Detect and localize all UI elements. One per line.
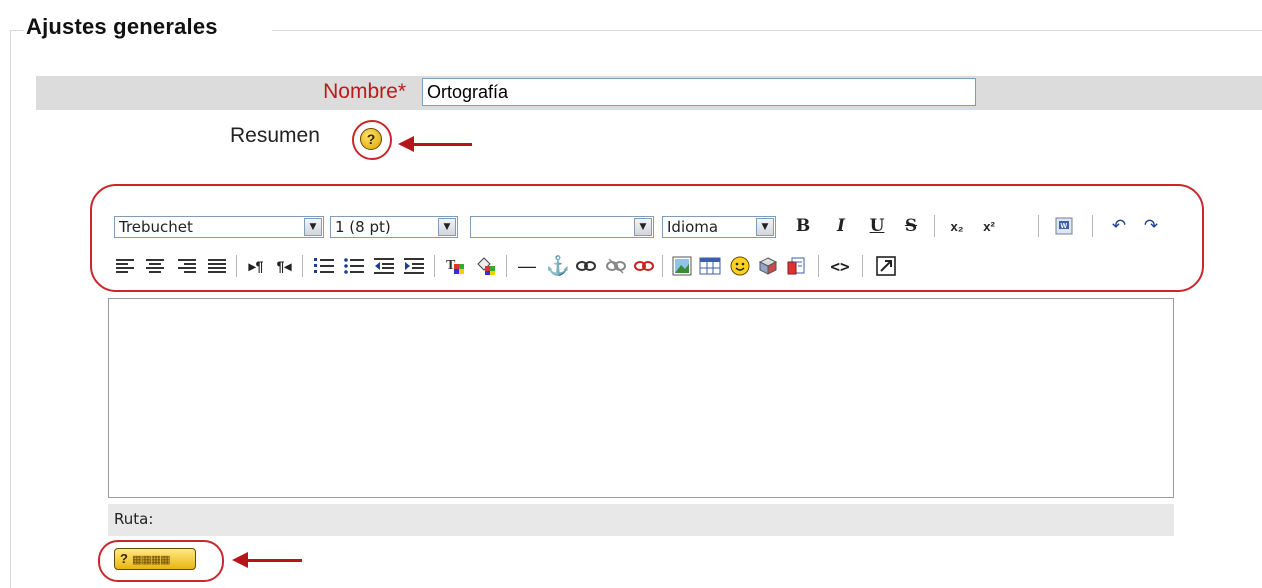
smiley-icon (730, 256, 750, 276)
unlink-icon (606, 258, 626, 274)
background-color-button[interactable] (474, 254, 498, 278)
editor-help-button[interactable]: ? ▦▦▦▦ (114, 548, 196, 570)
align-center-icon (146, 259, 164, 273)
align-center-button[interactable] (144, 254, 166, 278)
ltr-button[interactable]: ▸¶ (244, 254, 268, 278)
horizontal-rule-button[interactable]: — (514, 254, 540, 278)
outdent-button[interactable] (372, 254, 396, 278)
language-value: Idioma (667, 218, 719, 236)
toolbar-separator (818, 255, 819, 277)
paste-word-button[interactable]: W (1052, 214, 1076, 238)
insert-table-button[interactable] (698, 254, 722, 278)
fullscreen-button[interactable] (874, 254, 898, 278)
rtl-icon: ¶◂ (276, 257, 292, 274)
font-family-select[interactable]: Trebuchet ▼ (114, 216, 324, 238)
insert-link-button[interactable] (574, 254, 598, 278)
outdent-icon (374, 258, 394, 274)
format-select[interactable]: ▼ (470, 216, 654, 238)
toolbar-separator (506, 255, 507, 277)
svg-text:W: W (1061, 223, 1068, 230)
table-icon (699, 257, 721, 275)
chevron-down-icon[interactable]: ▼ (756, 218, 774, 236)
toolbar-separator (302, 255, 303, 277)
required-mark: * (397, 80, 406, 103)
paint-bucket-icon (477, 257, 495, 275)
unlink-button[interactable] (604, 254, 628, 278)
toolbar-separator (1092, 215, 1093, 237)
indent-icon (404, 258, 424, 274)
search-replace-button[interactable] (784, 254, 808, 278)
chevron-down-icon[interactable]: ▼ (438, 218, 456, 236)
link-icon (576, 261, 596, 271)
align-justify-button[interactable] (206, 254, 228, 278)
toolbar-separator (934, 215, 935, 237)
name-label-text: Nombre (323, 80, 398, 103)
unordered-list-icon (344, 258, 364, 274)
arrow-pointer-button-shaft (246, 559, 302, 562)
keyboard-icon: ▦▦▦▦ (131, 554, 171, 566)
indent-button[interactable] (402, 254, 426, 278)
arrow-pointer-help-shaft (412, 143, 472, 146)
align-right-icon (178, 259, 196, 273)
subscript-button[interactable]: x₂ (944, 214, 970, 238)
insert-chars-button[interactable] (756, 254, 780, 278)
toolbar-separator (662, 255, 663, 277)
align-left-button[interactable] (114, 254, 136, 278)
nolink-button[interactable] (632, 254, 656, 278)
unordered-list-button[interactable] (342, 254, 366, 278)
align-right-button[interactable] (176, 254, 198, 278)
path-bar (108, 504, 1174, 536)
anchor-button[interactable]: ⚓ (546, 254, 570, 278)
rtl-button[interactable]: ¶◂ (272, 254, 296, 278)
html-source-button[interactable]: <> (826, 254, 854, 278)
image-icon (672, 256, 692, 276)
summary-label: Resumen (230, 124, 320, 147)
toolbar-separator (862, 255, 863, 277)
underline-button[interactable]: U (866, 214, 888, 238)
ordered-list-button[interactable] (312, 254, 336, 278)
insert-image-button[interactable] (670, 254, 694, 278)
find-replace-icon (787, 257, 805, 275)
superscript-button[interactable]: x² (976, 214, 1002, 238)
text-color-button[interactable]: T (444, 254, 468, 278)
word-paste-icon: W (1055, 217, 1073, 235)
bold-button[interactable]: B (792, 214, 814, 238)
fullscreen-icon (876, 256, 896, 276)
cube-icon (758, 257, 778, 275)
fieldset-border-left-top (10, 30, 24, 31)
chevron-down-icon[interactable]: ▼ (304, 218, 322, 236)
section-legend: Ajustes generales (26, 14, 218, 39)
ltr-icon: ▸¶ (248, 257, 264, 274)
fieldset-border-top (272, 30, 1262, 31)
name-label: Nombre* (200, 80, 406, 104)
fieldset-border-left (10, 30, 11, 588)
redo-button[interactable]: ↷ (1140, 214, 1162, 238)
path-label: Ruta: (114, 510, 154, 528)
toolbar-separator (236, 255, 237, 277)
strikethrough-button[interactable]: S (900, 214, 922, 238)
font-size-select[interactable]: 1 (8 pt) ▼ (330, 216, 458, 238)
help-icon[interactable]: ? (360, 128, 382, 150)
nolink-icon (634, 261, 654, 271)
toolbar-separator (1038, 215, 1039, 237)
align-left-icon (116, 259, 134, 273)
chevron-down-icon[interactable]: ▼ (634, 218, 652, 236)
align-justify-icon (208, 259, 226, 273)
text-color-icon: T (446, 258, 464, 274)
font-family-value: Trebuchet (119, 218, 193, 236)
toolbar-separator (434, 255, 435, 277)
font-size-value: 1 (8 pt) (335, 218, 391, 236)
ordered-list-icon (314, 258, 334, 273)
name-input[interactable] (422, 78, 976, 106)
italic-button[interactable]: I (830, 214, 852, 238)
editor-area[interactable] (108, 298, 1174, 498)
language-select[interactable]: Idioma ▼ (662, 216, 776, 238)
undo-button[interactable]: ↶ (1108, 214, 1130, 238)
help-glyph: ? (120, 551, 128, 566)
smiley-button[interactable] (728, 254, 752, 278)
